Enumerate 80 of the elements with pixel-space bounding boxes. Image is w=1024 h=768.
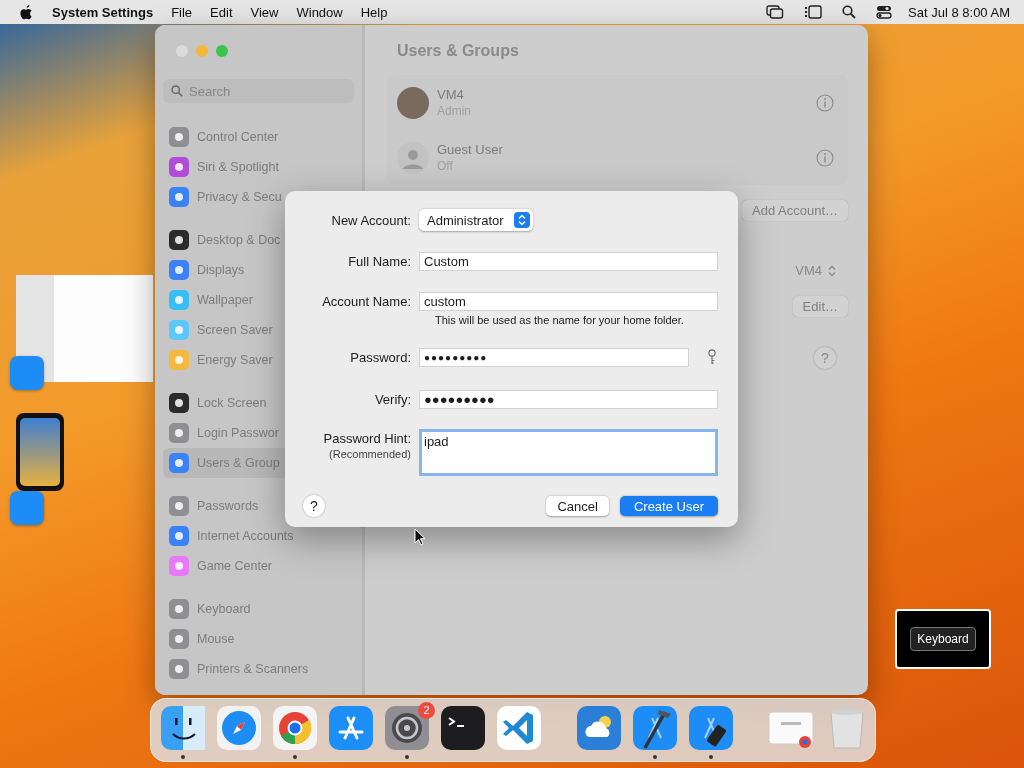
menu-item[interactable]: Edit: [210, 4, 233, 20]
text-field[interactable]: custom: [419, 292, 718, 311]
help-button[interactable]: ?: [303, 495, 325, 517]
category-icon: [169, 526, 189, 546]
text-field[interactable]: Custom: [419, 252, 718, 271]
compass-icon[interactable]: [215, 704, 263, 752]
category-icon: [169, 320, 189, 340]
sidebar-item[interactable]: Screen Saver: [163, 315, 354, 345]
chevrons-icon: [828, 264, 836, 277]
clock[interactable]: Sat Jul 8 8:00 AM: [908, 4, 1010, 20]
window-preview[interactable]: [16, 275, 153, 382]
key-label: Keyboard: [910, 627, 976, 651]
cursor-icon: [414, 528, 426, 546]
cancel-button[interactable]: Cancel: [546, 496, 609, 516]
cloud-sun-icon[interactable]: [575, 704, 623, 752]
sidebar-item[interactable]: Privacy & Secu: [163, 182, 354, 212]
user-name: Guest User: [437, 142, 504, 157]
field-label: Password:: [350, 349, 411, 367]
category-icon: [169, 127, 189, 147]
menu-item[interactable]: View: [250, 4, 279, 20]
smiling-face-icon[interactable]: [159, 704, 207, 752]
category-icon: [169, 599, 189, 619]
person-silhouette-icon: [397, 141, 429, 174]
category-icon: [169, 350, 189, 370]
field-label: Verify:: [374, 391, 411, 409]
chevrons-icon: [513, 212, 530, 228]
category-icon: [169, 423, 189, 443]
sidebar-item[interactable]: Siri & Spotlight: [163, 152, 354, 182]
sidebar-item[interactable]: Keyboard: [163, 594, 354, 624]
category-icon: [169, 496, 189, 516]
user-name: VM4: [437, 87, 465, 102]
menu-item[interactable]: Window: [296, 4, 343, 20]
category-icon: [169, 453, 189, 473]
sidebar-item[interactable]: Lock Screen: [163, 388, 354, 418]
category-icon: [169, 556, 189, 576]
field-note: This will be used as the name for your home folder.: [435, 314, 685, 327]
avatar-photo-placeholder: [397, 86, 429, 119]
edit-button[interactable]: Edit…: [792, 296, 848, 317]
menu-item[interactable]: Help: [360, 4, 388, 20]
window-stack-icon[interactable]: [766, 5, 785, 19]
create-user-button[interactable]: Create User: [619, 496, 718, 516]
field-label: Full Name:: [348, 253, 411, 271]
add-account-button[interactable]: Add Account…: [742, 200, 848, 221]
code-editor-icon[interactable]: [495, 704, 543, 752]
category-icon: [169, 260, 189, 280]
field-label: Account Name:: [322, 293, 411, 311]
category-icon: [169, 629, 189, 649]
window-title: Users & Groups: [396, 41, 520, 61]
gear-icon[interactable]: [383, 704, 431, 752]
app-store-icon[interactable]: [327, 704, 375, 752]
category-icon: [169, 659, 189, 679]
sidebar-icon[interactable]: [804, 5, 823, 19]
category-icon: [169, 157, 189, 177]
sidebar-item[interactable]: Game Center: [163, 551, 354, 581]
sidebar-item[interactable]: Mouse: [163, 624, 354, 654]
toggle-switches-icon[interactable]: [876, 5, 893, 19]
password-field[interactable]: ●●●●●●●●●: [419, 348, 689, 367]
chrome-icon[interactable]: [271, 704, 319, 752]
hint-field[interactable]: ipad: [419, 429, 718, 476]
apple-logo-icon[interactable]: [19, 3, 34, 21]
text-field[interactable]: ●●●●●●●●●: [419, 390, 718, 409]
category-icon: [169, 393, 189, 413]
account-type-popup[interactable]: Administrator: [419, 209, 533, 231]
category-icon: [169, 290, 189, 310]
key-icon[interactable]: [707, 349, 717, 365]
notification-badge: 2: [418, 702, 435, 719]
user-popup[interactable]: VM4: [795, 263, 836, 278]
help-button[interactable]: ?: [814, 347, 836, 369]
category-icon: [169, 187, 189, 207]
sidebar-item[interactable]: Printers & Scanners: [163, 654, 354, 684]
field-label: Password Hint:: [323, 430, 411, 448]
menu-item[interactable]: File: [171, 4, 193, 20]
phone-preview[interactable]: [16, 413, 64, 491]
search-icon: [171, 85, 183, 97]
terminal-icon[interactable]: [439, 704, 487, 752]
sidebar-item[interactable]: Control Center: [163, 122, 354, 152]
app-menu[interactable]: System Settings: [52, 4, 154, 20]
sidebar-item[interactable]: Internet Accounts: [163, 521, 354, 551]
search-icon[interactable]: [842, 5, 857, 19]
category-icon: [169, 230, 189, 250]
